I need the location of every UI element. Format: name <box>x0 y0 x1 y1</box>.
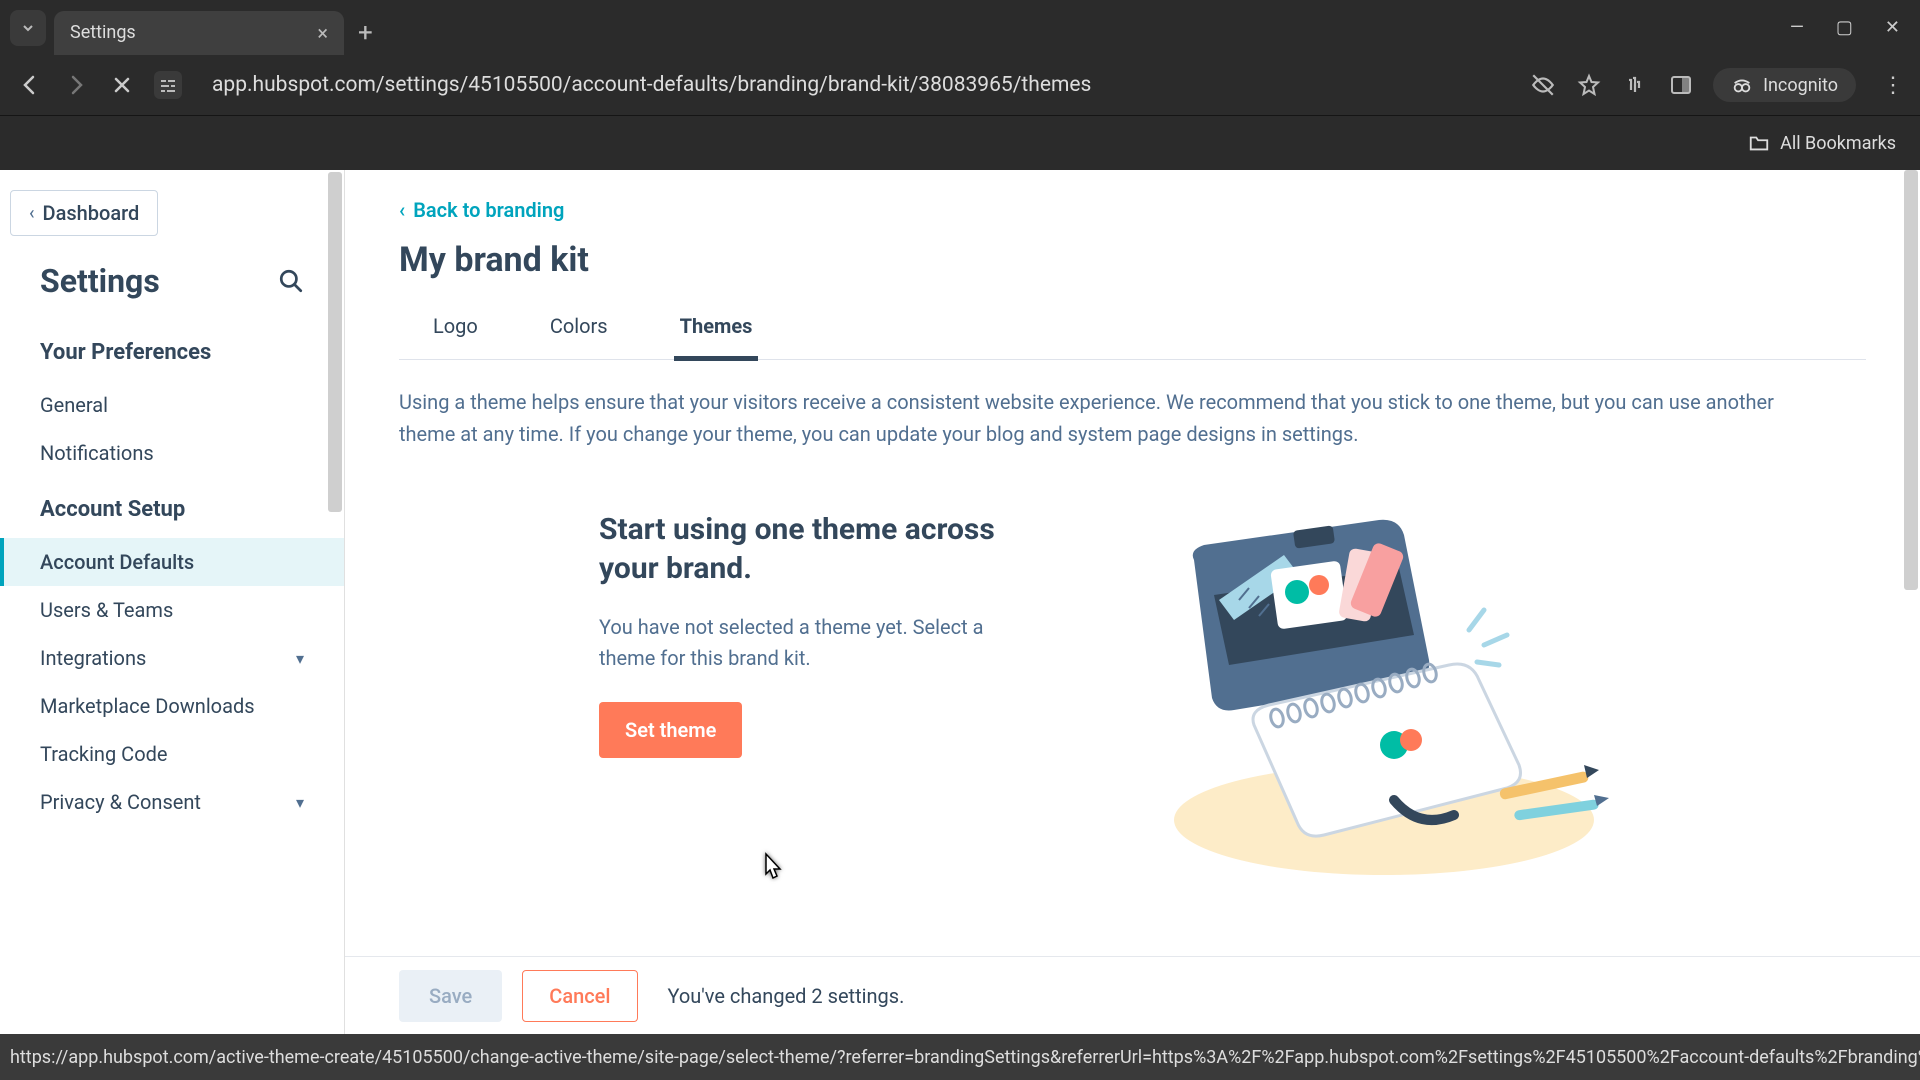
window-controls: — ▢ ✕ <box>1790 17 1900 38</box>
tab-logo[interactable]: Logo <box>427 304 484 359</box>
dashboard-label: Dashboard <box>43 201 140 225</box>
cancel-button[interactable]: Cancel <box>522 970 637 1022</box>
browser-tab[interactable]: Settings × <box>54 11 344 55</box>
tab-themes[interactable]: Themes <box>674 304 759 361</box>
main-scrollbar[interactable] <box>1900 170 1918 940</box>
save-footer: Save Cancel You've changed 2 settings. <box>345 956 1920 1034</box>
all-bookmarks-button[interactable]: All Bookmarks <box>1748 132 1896 154</box>
nav-users-teams[interactable]: Users & Teams <box>0 586 344 634</box>
tab-colors[interactable]: Colors <box>544 304 614 359</box>
tab-search-button[interactable] <box>10 10 46 46</box>
site-controls-icon[interactable] <box>154 71 182 99</box>
changes-message: You've changed 2 settings. <box>668 984 905 1008</box>
nav-general[interactable]: General <box>0 381 344 429</box>
forward-button[interactable] <box>62 73 90 97</box>
nav-tracking-code[interactable]: Tracking Code <box>0 730 344 778</box>
chevron-down-icon: ▾ <box>296 793 304 812</box>
address-bar: app.hubspot.com/settings/45105500/accoun… <box>0 55 1920 115</box>
chevron-left-icon: ‹ <box>29 203 35 224</box>
section-preferences-title: Your Preferences <box>0 340 344 365</box>
side-panel-icon[interactable] <box>1667 73 1695 97</box>
folder-icon <box>1748 132 1770 154</box>
set-theme-button[interactable]: Set theme <box>599 702 742 758</box>
url-field[interactable]: app.hubspot.com/settings/45105500/accoun… <box>200 73 1511 97</box>
browser-menu-button[interactable]: ⋮ <box>1882 73 1904 98</box>
nav-privacy-consent[interactable]: Privacy & Consent ▾ <box>0 778 344 826</box>
empty-state-heading: Start using one theme across your brand. <box>599 510 1039 588</box>
themes-description: Using a theme helps ensure that your vis… <box>399 386 1799 450</box>
minimize-button[interactable]: — <box>1790 17 1804 38</box>
close-tab-icon[interactable]: × <box>317 21 328 45</box>
section-account-setup-title: Account Setup <box>0 497 344 522</box>
save-button[interactable]: Save <box>399 970 502 1022</box>
nav-integrations[interactable]: Integrations ▾ <box>0 634 344 682</box>
settings-sidebar: ‹ Dashboard Settings Your Preferences Ge… <box>0 170 345 1080</box>
settings-search-icon[interactable] <box>278 268 304 294</box>
incognito-label: Incognito <box>1763 75 1838 96</box>
all-bookmarks-label: All Bookmarks <box>1780 133 1896 154</box>
mouse-cursor <box>758 852 784 882</box>
dashboard-back-button[interactable]: ‹ Dashboard <box>10 190 158 236</box>
browser-status-bar: https://app.hubspot.com/active-theme-cre… <box>0 1034 1920 1080</box>
scrollbar-thumb[interactable] <box>1904 170 1918 590</box>
theme-empty-state: Start using one theme across your brand.… <box>399 500 1866 880</box>
chevron-down-icon: ▾ <box>296 649 304 668</box>
nav-account-defaults[interactable]: Account Defaults <box>0 538 344 586</box>
nav-notifications[interactable]: Notifications <box>0 429 344 477</box>
briefcase-illustration <box>1099 500 1619 880</box>
tab-title: Settings <box>70 22 136 43</box>
close-window-button[interactable]: ✕ <box>1885 17 1900 38</box>
eye-off-icon[interactable] <box>1529 72 1557 98</box>
bookmark-bar: All Bookmarks <box>0 115 1920 170</box>
tab-bar: Settings × + — ▢ ✕ <box>0 0 1920 55</box>
incognito-icon <box>1731 74 1753 96</box>
scrollbar-thumb[interactable] <box>328 172 342 512</box>
new-tab-button[interactable]: + <box>358 18 373 48</box>
app-viewport: ‹ Dashboard Settings Your Preferences Ge… <box>0 170 1920 1080</box>
status-url: https://app.hubspot.com/active-theme-cre… <box>10 1047 1920 1068</box>
chevron-left-icon: ‹ <box>399 198 405 222</box>
empty-state-body: You have not selected a theme yet. Selec… <box>599 612 1039 674</box>
incognito-indicator[interactable]: Incognito <box>1713 68 1856 102</box>
back-button[interactable] <box>16 73 44 97</box>
settings-title: Settings <box>40 262 160 300</box>
back-to-branding-link[interactable]: ‹ Back to branding <box>399 198 1866 222</box>
brand-kit-tabs: Logo Colors Themes <box>399 304 1866 360</box>
nav-marketplace-downloads[interactable]: Marketplace Downloads <box>0 682 344 730</box>
page-title: My brand kit <box>399 240 1866 280</box>
media-control-icon[interactable] <box>1621 73 1649 97</box>
bookmark-star-icon[interactable] <box>1575 73 1603 97</box>
stop-reload-button[interactable] <box>108 74 136 96</box>
main-content: ‹ Back to branding My brand kit Logo Col… <box>345 170 1920 1080</box>
browser-chrome: Settings × + — ▢ ✕ app.hubspot.com/setti… <box>0 0 1920 170</box>
back-link-label: Back to branding <box>413 198 564 222</box>
sidebar-scrollbar[interactable]: ▴ ▾ <box>324 170 342 1080</box>
maximize-button[interactable]: ▢ <box>1836 17 1853 38</box>
